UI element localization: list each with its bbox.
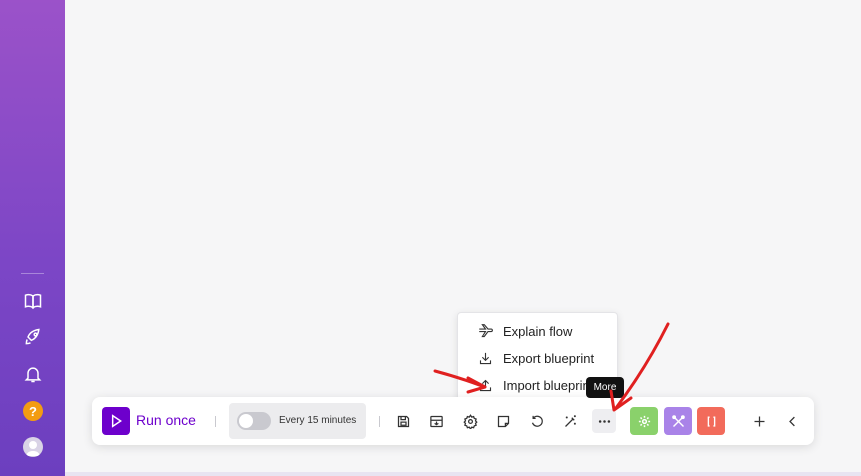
- menu-item-label: Import blueprint: [503, 378, 594, 393]
- sidebar: ?: [0, 0, 65, 476]
- annotation-arrow-right: [614, 322, 670, 410]
- rocket-icon[interactable]: [21, 325, 45, 349]
- canvas-bottom-border: [65, 472, 861, 476]
- play-icon: [111, 414, 122, 428]
- sidebar-divider: [21, 273, 44, 274]
- schedule-label[interactable]: Every 15 minutes: [279, 415, 356, 426]
- menu-item-explain-flow[interactable]: Explain flow: [458, 318, 617, 345]
- tools-icon: [671, 414, 685, 427]
- bell-icon[interactable]: [21, 362, 45, 386]
- toolbar-divider: [379, 416, 380, 427]
- scenario-io-icon[interactable]: [424, 409, 448, 433]
- schedule-toggle[interactable]: [237, 412, 271, 430]
- menu-item-label: Export blueprint: [503, 351, 595, 366]
- help-icon[interactable]: ?: [23, 401, 43, 421]
- upload-icon: [479, 379, 492, 392]
- toolbar-divider: [215, 416, 216, 427]
- plus-icon[interactable]: [747, 409, 771, 433]
- save-icon[interactable]: [391, 409, 415, 433]
- undo-icon[interactable]: [525, 409, 549, 433]
- download-icon: [479, 352, 492, 365]
- gear-badge-icon: [638, 415, 650, 427]
- toggle-knob: [239, 414, 253, 428]
- more-icon[interactable]: [592, 409, 616, 433]
- json-button[interactable]: [697, 407, 725, 435]
- run-once-button[interactable]: [102, 407, 130, 435]
- menu-item-label: Explain flow: [503, 324, 573, 339]
- menu-item-export-blueprint[interactable]: Export blueprint: [458, 345, 617, 372]
- scenario-toolbar: Run once Every 15 minutes: [92, 397, 814, 445]
- tools-button[interactable]: [664, 407, 692, 435]
- json-icon: [707, 415, 715, 427]
- schedule-control[interactable]: Every 15 minutes: [229, 403, 366, 439]
- avatar[interactable]: [23, 437, 43, 457]
- settings-icon[interactable]: [458, 409, 482, 433]
- plane-icon: [479, 324, 493, 338]
- notes-icon[interactable]: [491, 409, 515, 433]
- more-tooltip: More: [586, 377, 624, 398]
- run-once-label[interactable]: Run once: [136, 412, 196, 428]
- chevron-left-icon[interactable]: [780, 409, 804, 433]
- magic-wand-icon[interactable]: [558, 409, 582, 433]
- gear-badge-button[interactable]: [630, 407, 658, 435]
- book-icon[interactable]: [21, 289, 45, 313]
